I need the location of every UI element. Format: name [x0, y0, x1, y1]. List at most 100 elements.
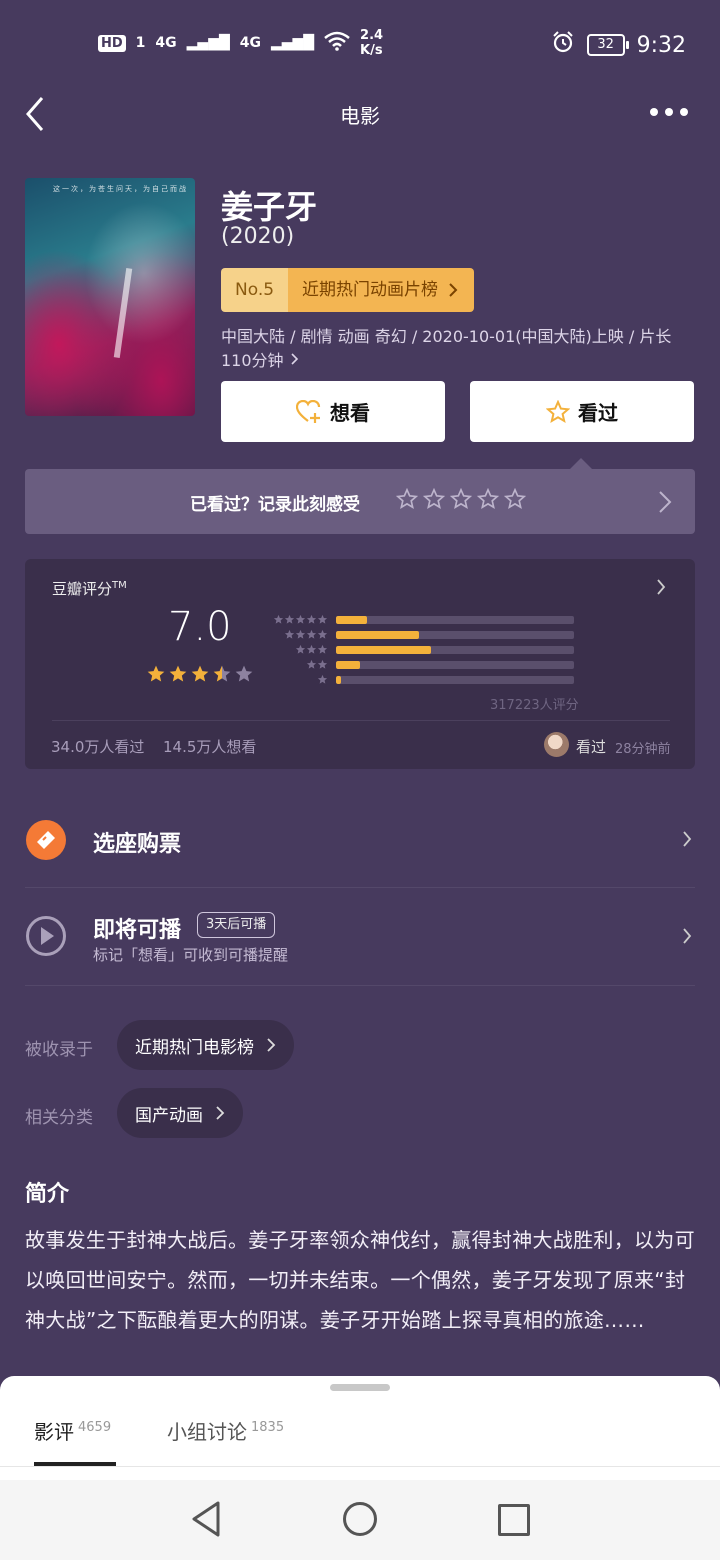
star-outline-icon[interactable]: [477, 488, 499, 510]
coming-badge: 3天后可播: [197, 912, 276, 938]
nav-home-button[interactable]: [343, 1502, 377, 1536]
histogram-row: [268, 672, 574, 687]
clock: 9:32: [636, 32, 686, 58]
rating-star-icon: [169, 665, 187, 682]
want-count: 14.5万人想看: [163, 738, 257, 756]
tab-reviews-label: 影评: [34, 1420, 74, 1444]
sheet-divider: [0, 1466, 720, 1467]
status-right: 32 9:32: [551, 30, 686, 60]
seen-button[interactable]: 看过: [470, 381, 694, 442]
hd-sub: 1: [135, 35, 146, 51]
wifi-icon: [324, 31, 350, 55]
poster-brush: [113, 268, 133, 358]
star-outline-icon[interactable]: [396, 488, 418, 510]
rank-list-label: 近期热门动画片榜: [302, 280, 439, 300]
rating-label-text: 豆瓣评分: [52, 580, 113, 598]
category-label: 相关分类: [25, 1108, 93, 1128]
dot-icon: [680, 108, 688, 116]
mini-star-icon: [306, 659, 317, 669]
nav-back-button[interactable]: [190, 1500, 222, 1542]
sheet-handle[interactable]: [330, 1384, 390, 1391]
mini-star-icon: [284, 614, 295, 624]
movie-meta[interactable]: 中国大陆 / 剧情 动画 奇幻 / 2020-10-01(中国大陆)上映 / 片…: [221, 325, 691, 373]
tab-group-discussion[interactable]: 小组讨论 1835: [167, 1416, 284, 1445]
rank-number: No.5: [221, 268, 289, 312]
tickets-arrow[interactable]: [682, 830, 692, 852]
signal-bars-icon: ▂▄▆█: [186, 35, 230, 51]
rating-histogram: [268, 612, 574, 687]
chevron-right-icon: [683, 831, 692, 847]
friend-action: 看过: [576, 738, 607, 756]
chevron-right-icon: [683, 928, 692, 944]
rating-score: 7.0: [168, 604, 232, 650]
coming-row[interactable]: 即将可播: [93, 912, 181, 944]
histogram-bar: [336, 675, 341, 684]
collected-value: 近期热门电影榜: [135, 1037, 254, 1058]
page-title: 电影: [340, 104, 380, 128]
star-outline-icon[interactable]: [423, 488, 445, 510]
chevron-right-icon: [216, 1106, 225, 1120]
nav-recent-button[interactable]: [498, 1504, 530, 1536]
rating-arrow[interactable]: [656, 578, 666, 600]
histogram-bar: [336, 615, 367, 624]
intro-heading: 简介: [25, 1182, 70, 1207]
dot-icon: [665, 108, 673, 116]
histogram-stars: [268, 629, 328, 640]
histogram-stars: [268, 674, 328, 685]
status-left: HD 1 4G ▂▄▆█ 4G ▂▄▆█ 2.4 K/s: [98, 28, 383, 58]
record-arrow[interactable]: [658, 490, 672, 518]
record-stars[interactable]: [396, 488, 526, 510]
collected-label: 被收录于: [25, 1040, 93, 1060]
want-button[interactable]: 想看: [221, 381, 445, 442]
ticket-icon: [26, 820, 66, 860]
coming-subtitle: 标记「想看」可收到可播提醒: [93, 946, 289, 964]
rank-badge[interactable]: No.5 近期热门动画片榜: [221, 268, 475, 312]
alarm-icon: [551, 30, 575, 60]
histogram-row: [268, 627, 574, 642]
triangle-back-icon: [192, 1501, 220, 1537]
histogram-row: [268, 612, 574, 627]
avatar[interactable]: [544, 732, 569, 757]
star-icon: [546, 399, 570, 423]
histogram-stars: [268, 614, 328, 625]
histogram-bar: [336, 645, 432, 654]
rating-star-icon: [147, 665, 165, 682]
chevron-right-icon: [657, 579, 666, 595]
mini-star-icon: [295, 614, 306, 624]
mini-star-icon: [317, 674, 328, 684]
rating-star-icon: [213, 665, 231, 682]
battery-icon: 32: [586, 34, 629, 56]
chevron-right-icon: [659, 491, 672, 513]
tickets-row[interactable]: 选座购票: [93, 826, 181, 858]
histogram-bar-track: [336, 615, 574, 624]
tab-reviews-count: 4659: [78, 1420, 112, 1436]
histogram-stars: [268, 644, 328, 655]
histogram-bar-track: [336, 630, 574, 639]
mini-star-icon: [295, 644, 306, 654]
tab-discussion-label: 小组讨论: [167, 1420, 247, 1444]
movie-title: 姜子牙: [221, 188, 318, 226]
tab-reviews[interactable]: 影评 4659: [34, 1416, 111, 1445]
star-outline-icon[interactable]: [504, 488, 526, 510]
intro-text: 故事发生于封神大战后。姜子牙率领众神伐纣，赢得封神大战胜利，以为可以唤回世间安宁…: [25, 1228, 695, 1332]
coming-arrow[interactable]: [682, 927, 692, 949]
mini-star-icon: [317, 614, 328, 624]
signal-4g-1: 4G: [155, 35, 177, 51]
chevron-right-icon: [291, 353, 298, 365]
chevron-right-icon: [267, 1038, 276, 1052]
mini-star-icon: [284, 629, 295, 639]
collected-pill[interactable]: 近期热门电影榜: [117, 1020, 294, 1070]
category-value: 国产动画: [135, 1105, 203, 1126]
histogram-row: [268, 642, 574, 657]
score-stars: [146, 664, 254, 684]
more-button[interactable]: [650, 108, 688, 116]
histogram-row: [268, 657, 574, 672]
histogram-stars: [268, 659, 328, 670]
movie-year: (2020): [221, 224, 295, 249]
hd-indicator: HD: [98, 34, 126, 52]
rank-list-name: 近期热门动画片榜: [288, 268, 475, 312]
category-pill[interactable]: 国产动画: [117, 1088, 243, 1138]
star-outline-icon[interactable]: [450, 488, 472, 510]
movie-poster[interactable]: 这一次，为苍生问天，为自己而战: [25, 178, 195, 416]
record-bar[interactable]: [25, 469, 695, 534]
